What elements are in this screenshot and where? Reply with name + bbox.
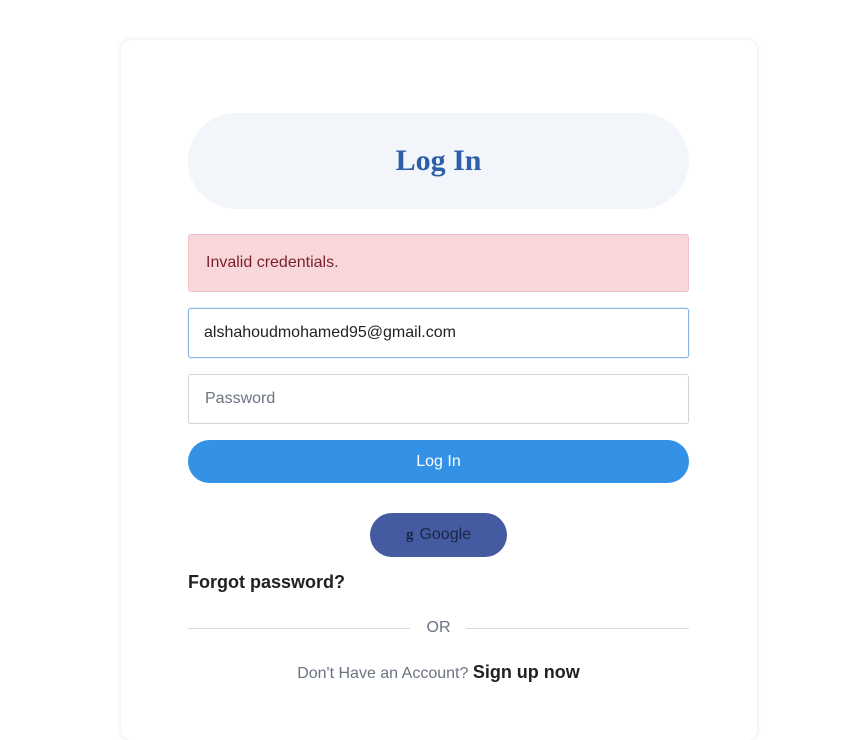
error-message: Invalid credentials. bbox=[206, 254, 339, 271]
google-login-button[interactable]: g Google bbox=[370, 513, 507, 557]
password-field[interactable] bbox=[188, 374, 689, 424]
title-banner: Log In bbox=[188, 113, 689, 209]
no-account-text: Don't Have an Account? bbox=[297, 665, 469, 682]
login-button[interactable]: Log In bbox=[188, 440, 689, 483]
login-card: Log In Invalid credentials. Log In g Goo… bbox=[121, 40, 757, 740]
google-icon: g bbox=[405, 526, 414, 543]
page-title: Log In bbox=[395, 144, 482, 177]
signup-link[interactable]: Sign up now bbox=[473, 662, 580, 682]
email-field[interactable] bbox=[188, 308, 689, 358]
signup-prompt: Don't Have an Account? Sign up now bbox=[188, 662, 689, 683]
error-alert: Invalid credentials. bbox=[188, 234, 689, 292]
forgot-password-link[interactable]: Forgot password? bbox=[188, 572, 345, 593]
or-divider: OR bbox=[188, 618, 689, 640]
google-button-label: Google bbox=[419, 526, 472, 543]
divider-line-right bbox=[466, 628, 689, 629]
